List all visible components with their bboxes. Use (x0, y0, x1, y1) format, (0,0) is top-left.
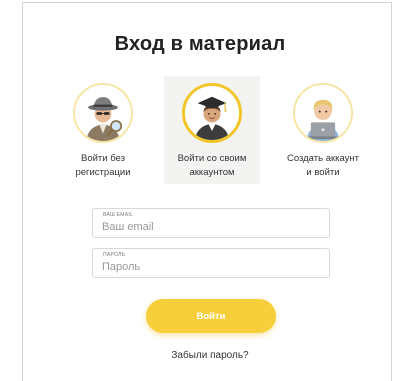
login-button[interactable]: Войти (146, 299, 276, 333)
login-options: Войти без регистрации Войти со своим акк… (55, 76, 369, 184)
laptop-user-icon (293, 83, 353, 143)
option-guest[interactable]: Войти без регистрации (55, 76, 151, 184)
option-account-label: Войти со своим аккаунтом (177, 153, 247, 178)
spy-icon (73, 83, 133, 143)
option-register[interactable]: Создать аккаунт и войти (275, 76, 371, 184)
dialog-title: Вход в материал (114, 33, 286, 55)
email-field[interactable]: ВАШ EMAIL (92, 208, 330, 238)
option-register-label: Создать аккаунт и войти (286, 153, 360, 178)
forgot-password-link[interactable]: Забыли пароль? (0, 350, 400, 361)
option-account[interactable]: Войти со своим аккаунтом (164, 76, 260, 184)
option-guest-label: Войти без регистрации (75, 153, 131, 178)
email-caption: ВАШ EMAIL (103, 212, 134, 218)
password-field[interactable]: ПАРОЛЬ (92, 248, 330, 278)
email-input[interactable] (102, 219, 312, 235)
graduate-icon (182, 83, 242, 143)
password-input[interactable] (102, 259, 312, 275)
password-caption: ПАРОЛЬ (103, 252, 126, 258)
